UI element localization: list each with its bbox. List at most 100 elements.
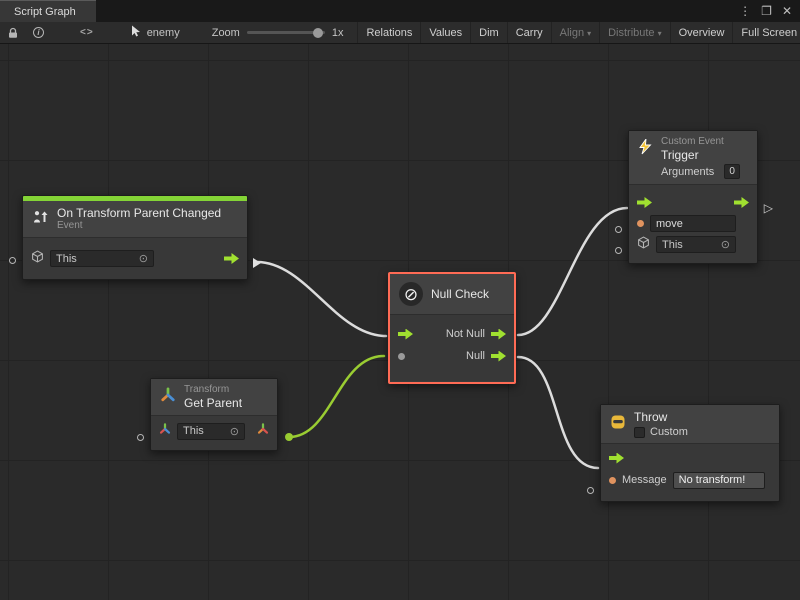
graph-name: enemy	[147, 27, 180, 39]
zoom-label: Zoom	[212, 27, 240, 39]
node-body: This ⊙	[23, 237, 247, 279]
node-category: Custom Event	[661, 136, 740, 148]
null-check-icon: ⊘	[399, 282, 423, 306]
string-input-port[interactable]	[609, 477, 616, 484]
distribute-button[interactable]: Distribute▾	[599, 22, 669, 43]
gameobject-cube-icon	[637, 236, 650, 254]
event-name-field[interactable]: move	[650, 215, 736, 232]
flow-input-port[interactable]	[609, 453, 624, 464]
node-get-parent[interactable]: Transform Get Parent This ⊙	[150, 378, 278, 451]
zoom-slider-thumb[interactable]	[313, 28, 323, 38]
node-body: This ⊙	[151, 415, 277, 450]
string-input-port[interactable]	[637, 220, 644, 227]
arguments-label: Arguments	[661, 166, 714, 178]
flow-output-port[interactable]	[224, 253, 239, 264]
node-body: Message No transform!	[601, 443, 779, 501]
node-title: Get Parent	[184, 396, 242, 410]
throw-icon	[610, 414, 626, 435]
node-subtitle: Event	[57, 220, 221, 232]
transform-icon	[160, 387, 176, 408]
info-icon[interactable]: i	[26, 22, 51, 43]
window-controls: ⋮ ❐ ✕	[731, 0, 800, 22]
arguments-stepper[interactable]: 0	[724, 164, 740, 179]
value-input-port[interactable]	[587, 487, 594, 494]
code-view-icon[interactable]: <>	[73, 22, 101, 43]
null-row: Null	[390, 345, 514, 367]
flow-row	[629, 192, 757, 213]
lock-icon[interactable]	[0, 22, 26, 43]
null-label: Null	[466, 350, 485, 362]
node-header: Transform Get Parent	[151, 379, 277, 415]
this-dropdown[interactable]: This ⊙	[50, 250, 154, 267]
carry-button[interactable]: Carry	[507, 22, 551, 43]
flow-input-port[interactable]	[398, 329, 413, 340]
flow-input-port[interactable]	[637, 197, 652, 208]
graph-breadcrumb[interactable]: enemy	[123, 25, 188, 40]
maximize-icon[interactable]: ❐	[761, 5, 772, 17]
message-row: Message No transform!	[601, 469, 779, 491]
flow-output-marker[interactable]: ▷	[764, 202, 773, 214]
custom-checkbox-label: Custom	[650, 426, 688, 438]
values-button[interactable]: Values	[420, 22, 470, 43]
relations-button[interactable]: Relations	[357, 22, 420, 43]
zoom-slider[interactable]	[247, 31, 325, 34]
node-title: Throw	[634, 410, 688, 424]
target-row: This ⊙	[629, 234, 757, 255]
transform-input-icon	[159, 422, 171, 440]
zoom-value: 1x	[332, 27, 344, 39]
value-input-port[interactable]	[615, 226, 622, 233]
not-null-label: Not Null	[446, 328, 485, 340]
node-on-transform-parent-changed[interactable]: On Transform Parent Changed Event This ⊙	[22, 195, 248, 280]
node-body: move This ⊙	[629, 184, 757, 263]
this-dropdown[interactable]: This ⊙	[656, 236, 736, 253]
graph-canvas[interactable]: On Transform Parent Changed Event This ⊙	[0, 44, 800, 600]
wire-getparent-to-nullcheck[interactable]	[289, 356, 384, 437]
node-header: ⊘ Null Check	[390, 274, 514, 314]
custom-event-icon	[638, 139, 653, 160]
node-title: Trigger	[661, 148, 740, 162]
value-input-port[interactable]	[398, 353, 405, 360]
node-category: Transform	[184, 384, 242, 396]
script-graph-window: Script Graph ⋮ ❐ ✕ i <> enemy Zoom	[0, 0, 800, 600]
value-input-port[interactable]	[615, 247, 622, 254]
this-dropdown[interactable]: This ⊙	[177, 423, 245, 440]
node-null-check[interactable]: ⊘ Null Check Not Null Null	[388, 272, 516, 384]
node-title: On Transform Parent Changed	[57, 206, 221, 220]
wire-event-to-nullcheck[interactable]	[257, 262, 386, 336]
message-field[interactable]: No transform!	[673, 472, 765, 489]
transform-parent-changed-icon	[32, 209, 49, 230]
tab-script-graph[interactable]: Script Graph	[0, 0, 96, 22]
menu-icon[interactable]: ⋮	[739, 5, 751, 17]
wire-null-to-throw[interactable]	[518, 357, 598, 468]
transform-output-port[interactable]	[257, 422, 269, 440]
node-header: Custom Event Trigger Arguments 0	[629, 131, 757, 184]
flow-row	[601, 447, 779, 469]
tabbar-filler	[96, 0, 731, 22]
graph-toolbar: i <> enemy Zoom 1x Relations Values Dim …	[0, 22, 800, 44]
gameobject-cube-icon	[31, 250, 44, 268]
node-header: Throw Custom	[601, 405, 779, 443]
not-null-row: Not Null	[390, 323, 514, 345]
flow-output-port[interactable]	[734, 197, 749, 208]
fullscreen-button[interactable]: Full Screen	[732, 22, 800, 43]
overview-button[interactable]: Overview	[670, 22, 733, 43]
close-icon[interactable]: ✕	[782, 5, 792, 17]
zoom-control: Zoom 1x	[212, 27, 344, 39]
null-output-port[interactable]	[491, 351, 506, 362]
toolbar-buttons: Relations Values Dim Carry Align▾ Distri…	[357, 22, 800, 43]
node-throw[interactable]: Throw Custom Message No transform!	[600, 404, 780, 502]
flow-output-marker[interactable]	[253, 258, 261, 268]
node-title: Null Check	[431, 287, 489, 301]
node-header: On Transform Parent Changed Event	[23, 201, 247, 237]
target-row: This ⊙	[23, 238, 247, 279]
not-null-output-port[interactable]	[491, 329, 506, 340]
target-icon: ⊙	[139, 252, 148, 265]
node-trigger-custom-event[interactable]: Custom Event Trigger Arguments 0	[628, 130, 758, 264]
value-input-port[interactable]	[9, 257, 16, 264]
dim-button[interactable]: Dim	[470, 22, 507, 43]
align-button[interactable]: Align▾	[551, 22, 599, 43]
value-input-port[interactable]	[137, 434, 144, 441]
wire-notnull-to-trigger[interactable]	[518, 208, 627, 335]
custom-checkbox[interactable]	[634, 427, 645, 438]
node-body: Not Null Null	[390, 314, 514, 381]
